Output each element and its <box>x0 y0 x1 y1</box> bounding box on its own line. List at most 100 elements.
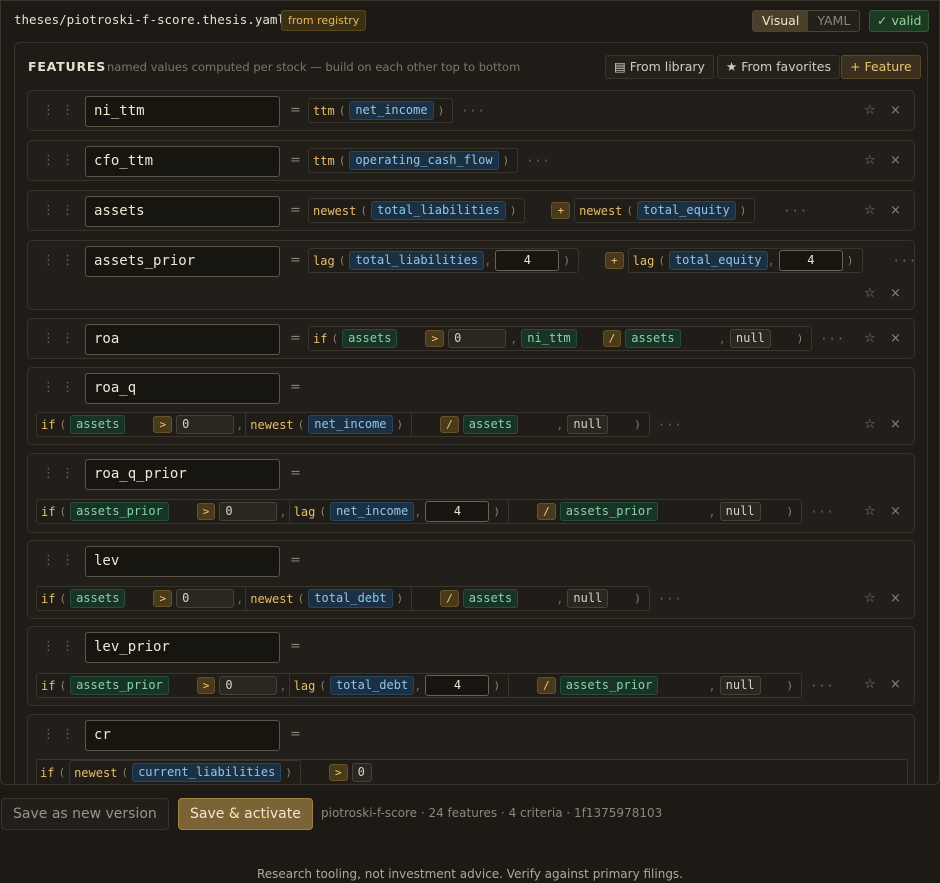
field-pill[interactable]: net_income <box>329 502 415 521</box>
variable-pill[interactable]: ni_ttm <box>521 329 577 348</box>
function-name[interactable]: newest <box>250 592 293 606</box>
function-call[interactable]: newest (total_equity) <box>574 198 756 223</box>
from-favorites-button[interactable]: ★ From favorites <box>717 55 840 79</box>
star-icon[interactable]: ☆ <box>864 286 876 301</box>
operator-pill[interactable]: / <box>537 677 556 694</box>
drag-handle-icon[interactable]: ⋮ ⋮ <box>42 153 75 168</box>
function-name[interactable]: ttm <box>313 154 335 168</box>
number-pill[interactable]: 0 <box>448 329 507 348</box>
operator-pill[interactable]: / <box>602 330 622 347</box>
function-name[interactable]: if <box>40 766 54 780</box>
number-pill[interactable]: 0 <box>219 676 278 695</box>
feature-name-input[interactable]: assets <box>85 196 280 227</box>
field-pill[interactable]: current_liabilities <box>132 763 282 782</box>
function-call[interactable]: newest (current_liabilities) <box>69 760 301 784</box>
variable-pill[interactable]: assets_prior <box>559 502 659 521</box>
feature-name-input[interactable]: cfo_ttm <box>85 146 280 177</box>
operator-pill[interactable]: / <box>537 503 556 520</box>
number-pill[interactable]: 0 <box>351 763 372 782</box>
function-name[interactable]: newest <box>74 766 117 780</box>
operator-pill[interactable]: + <box>551 202 571 219</box>
more-icon[interactable]: ··· <box>810 505 835 519</box>
function-call[interactable]: if(assets >0, newest(net_income) / assets, nu… <box>36 412 650 437</box>
tab-visual[interactable]: Visual <box>753 11 809 31</box>
star-icon[interactable]: ☆ <box>864 203 876 218</box>
variable-pill[interactable]: assets <box>342 329 398 348</box>
function-name[interactable]: newest <box>313 204 356 218</box>
function-call[interactable]: if(assets >0, newest(total_debt) / assets, nu… <box>36 586 650 611</box>
variable-pill[interactable]: assets <box>70 415 126 434</box>
feature-name-input[interactable]: ni_ttm <box>85 96 280 127</box>
function-call[interactable]: lag(net_income, 4) <box>288 499 510 524</box>
drag-handle-icon[interactable]: ⋮ ⋮ <box>42 553 75 568</box>
add-feature-button[interactable]: + Feature <box>841 55 921 79</box>
operator-pill[interactable]: / <box>440 590 459 607</box>
more-icon[interactable]: ··· <box>820 332 845 346</box>
star-icon[interactable]: ☆ <box>864 591 876 606</box>
feature-name-input[interactable]: roa_q_prior <box>85 459 280 490</box>
operator-pill[interactable]: > <box>153 416 173 433</box>
null-pill[interactable]: null <box>719 502 761 521</box>
number-pill[interactable]: 0 <box>219 502 278 521</box>
function-name[interactable]: newest <box>579 204 622 218</box>
function-call[interactable]: lag(total_equity, 4) <box>627 248 863 273</box>
feature-name-input[interactable]: assets_prior <box>85 246 280 277</box>
operator-pill[interactable]: > <box>153 590 173 607</box>
operator-pill[interactable]: > <box>196 677 216 694</box>
function-call[interactable]: if(assets >0, ni_ttm / assets, null) <box>308 326 813 351</box>
function-call[interactable]: ttm(net_income) <box>308 98 454 123</box>
drag-handle-icon[interactable]: ⋮ ⋮ <box>42 466 75 481</box>
function-call[interactable]: lag(total_liabilities, 4) <box>308 248 579 273</box>
function-call[interactable]: ttm(operating_cash_flow) <box>308 148 519 173</box>
close-icon[interactable]: × <box>890 591 901 606</box>
close-icon[interactable]: × <box>890 331 901 346</box>
null-pill[interactable]: null <box>729 329 771 348</box>
function-call[interactable]: lag(total_debt, 4) <box>288 673 510 698</box>
drag-handle-icon[interactable]: ⋮ ⋮ <box>42 331 75 346</box>
variable-pill[interactable]: assets <box>625 329 681 348</box>
variable-pill[interactable]: assets_prior <box>70 502 169 521</box>
variable-pill[interactable]: assets <box>462 589 519 608</box>
field-pill[interactable]: net_income <box>308 415 393 434</box>
operator-pill[interactable]: / <box>440 416 459 433</box>
null-pill[interactable]: null <box>719 676 761 695</box>
feature-name-input[interactable]: roa <box>85 324 280 355</box>
from-library-button[interactable]: ▤ From library <box>605 55 714 79</box>
operator-pill[interactable]: > <box>328 764 348 781</box>
function-name[interactable]: if <box>41 418 55 432</box>
tab-yaml[interactable]: YAML <box>808 11 860 31</box>
function-call[interactable]: newest (total_debt) <box>245 586 413 611</box>
field-pill[interactable]: total_debt <box>329 676 415 695</box>
close-icon[interactable]: × <box>890 286 901 301</box>
feature-name-input[interactable]: lev <box>85 546 280 577</box>
null-pill[interactable]: null <box>567 415 609 434</box>
more-icon[interactable]: ··· <box>461 104 486 118</box>
star-icon[interactable]: ☆ <box>864 103 876 118</box>
function-name[interactable]: if <box>313 332 327 346</box>
lag-periods-input[interactable]: 4 <box>425 501 490 522</box>
field-pill[interactable]: total_debt <box>308 589 393 608</box>
field-pill[interactable]: total_equity <box>637 201 736 220</box>
function-name[interactable]: ttm <box>313 104 335 118</box>
function-name[interactable]: lag <box>313 254 335 268</box>
lag-periods-input[interactable]: 4 <box>778 250 843 271</box>
drag-handle-icon[interactable]: ⋮ ⋮ <box>42 639 75 654</box>
feature-name-input[interactable]: lev_prior <box>85 632 280 663</box>
function-call[interactable]: newest (total_liabilities) <box>308 198 526 223</box>
more-icon[interactable]: ··· <box>810 679 835 693</box>
variable-pill[interactable]: assets_prior <box>70 676 169 695</box>
star-icon[interactable]: ☆ <box>864 677 876 692</box>
close-icon[interactable]: × <box>890 504 901 519</box>
function-call[interactable]: newest (net_income) <box>245 412 413 437</box>
close-icon[interactable]: × <box>890 203 901 218</box>
function-name[interactable]: lag <box>633 254 655 268</box>
drag-handle-icon[interactable]: ⋮ ⋮ <box>42 253 75 268</box>
drag-handle-icon[interactable]: ⋮ ⋮ <box>42 203 75 218</box>
field-pill[interactable]: total_liabilities <box>349 251 485 270</box>
function-name[interactable]: lag <box>294 505 316 519</box>
field-pill[interactable]: operating_cash_flow <box>349 151 499 170</box>
variable-pill[interactable]: assets <box>70 589 126 608</box>
drag-handle-icon[interactable]: ⋮ ⋮ <box>42 380 75 395</box>
star-icon[interactable]: ☆ <box>864 331 876 346</box>
close-icon[interactable]: × <box>890 677 901 692</box>
